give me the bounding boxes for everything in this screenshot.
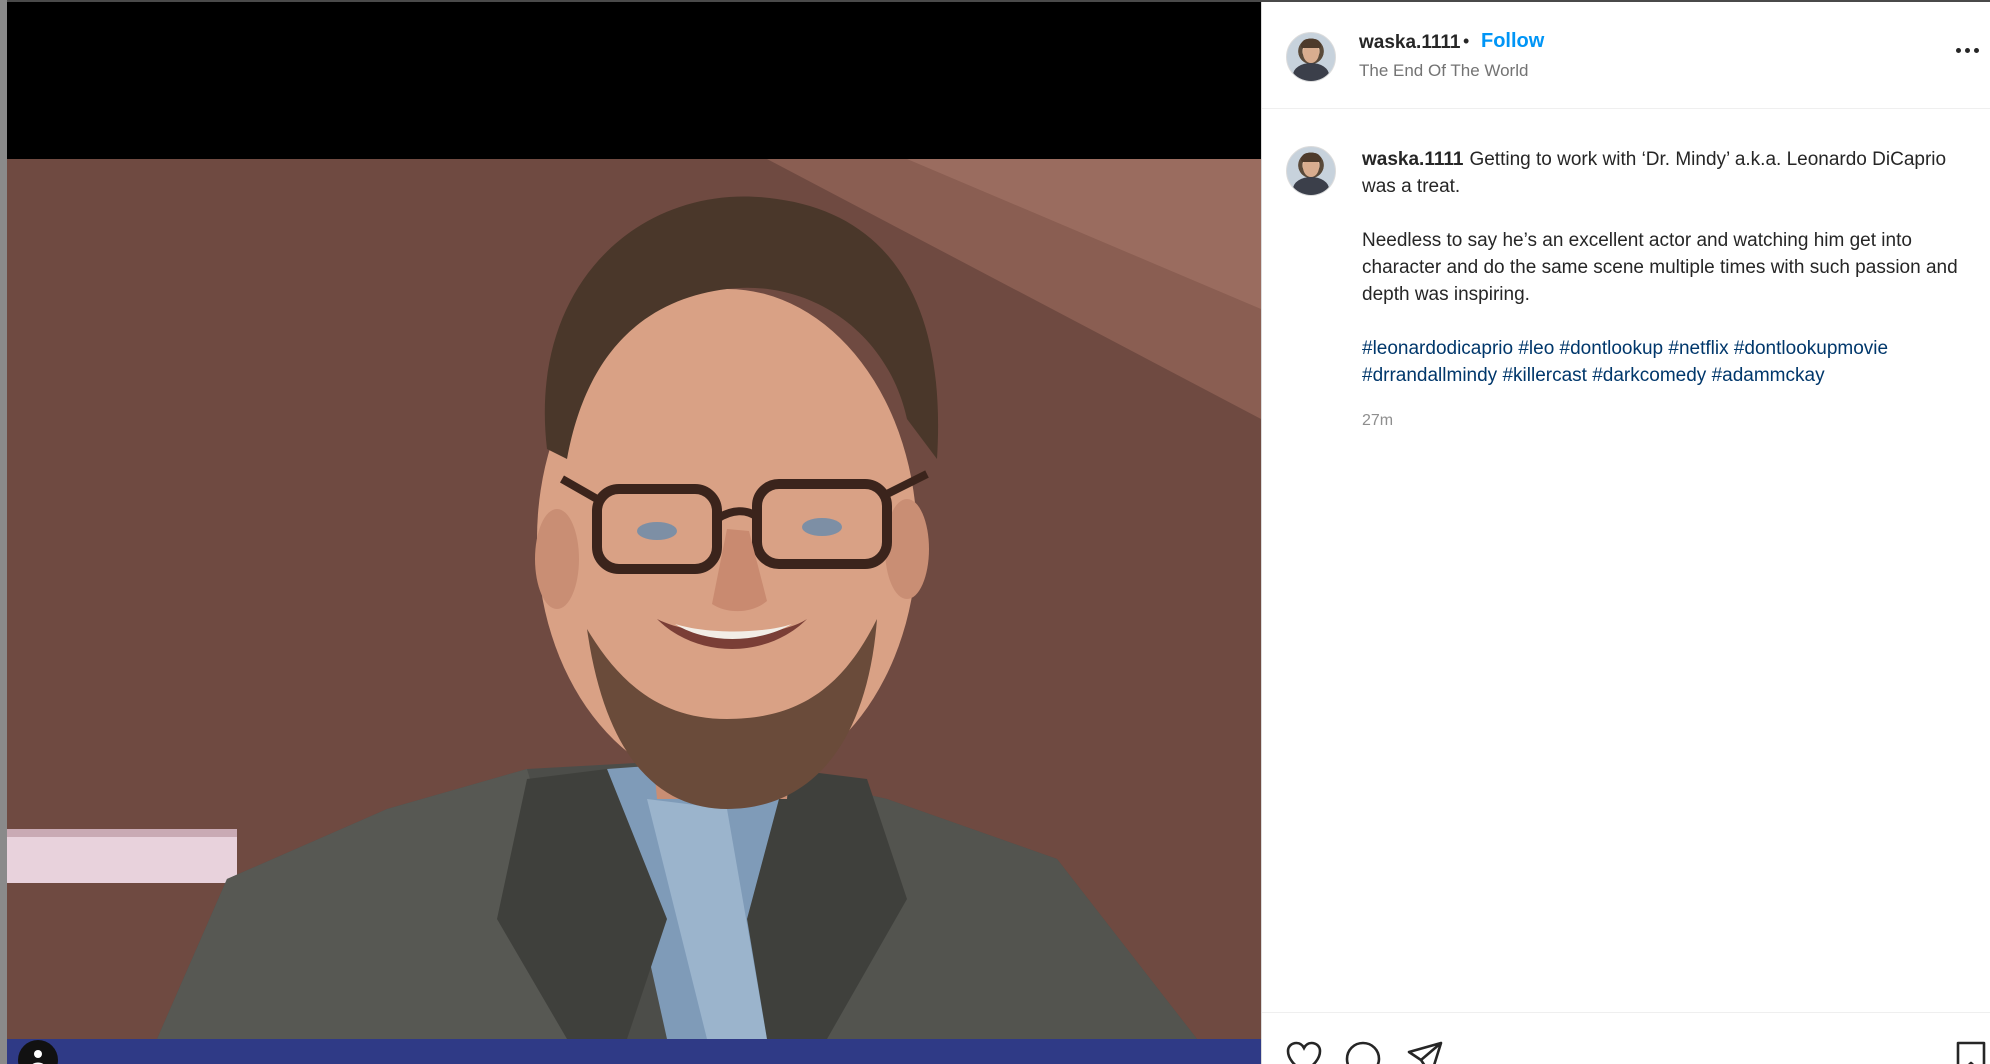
hashtag-link[interactable]: #adammckay	[1712, 365, 1825, 386]
photo-illustration	[7, 159, 1261, 1039]
post-timestamp[interactable]: 27m	[1362, 412, 1393, 430]
caption-hashtags: #leonardodicaprio #leo #dontlookup #netf…	[1362, 335, 1982, 389]
media-letterbox	[7, 2, 1261, 159]
author-username[interactable]: waska.1111	[1359, 32, 1460, 54]
heart-icon[interactable]	[1286, 1041, 1322, 1064]
header-separator: •	[1463, 31, 1470, 51]
post-actions-bar	[1262, 1012, 1990, 1064]
post-location[interactable]: The End Of The World	[1359, 61, 1528, 81]
caption-text: waska.1111 Getting to work with ‘Dr. Mind…	[1362, 146, 1982, 389]
hashtag-link[interactable]: #dontlookupmovie	[1734, 338, 1888, 359]
bookmark-icon[interactable]	[1956, 1041, 1986, 1064]
paper-plane-icon[interactable]	[1407, 1041, 1443, 1064]
post-side-panel: waska.1111 • Follow The End Of The World…	[1261, 2, 1990, 1064]
hashtag-link[interactable]: #dontlookup	[1560, 338, 1664, 359]
user-icon	[32, 1050, 44, 1064]
hashtag-link[interactable]: #leonardodicaprio	[1362, 338, 1513, 359]
caption-avatar[interactable]	[1286, 146, 1336, 196]
post-header: waska.1111 • Follow The End Of The World	[1262, 2, 1990, 109]
hashtag-link[interactable]: #leo	[1518, 338, 1554, 359]
hashtag-link[interactable]: #killercast	[1502, 365, 1586, 386]
follow-button[interactable]: Follow	[1481, 30, 1544, 53]
author-avatar[interactable]	[1286, 32, 1336, 82]
post-media[interactable]	[7, 2, 1261, 1064]
media-bottom-band	[7, 1039, 1261, 1064]
post-photo[interactable]	[7, 159, 1261, 1039]
caption-username[interactable]: waska.1111	[1362, 149, 1463, 170]
window-left-edge	[0, 0, 7, 1064]
instagram-post-viewer: waska.1111 • Follow The End Of The World…	[0, 0, 1990, 1064]
more-options-icon[interactable]	[1954, 40, 1984, 60]
caption-line2: Needless to say he’s an excellent actor …	[1362, 230, 1958, 305]
hashtag-link[interactable]: #drrandallmindy	[1362, 365, 1497, 386]
comment-icon[interactable]	[1345, 1041, 1381, 1064]
hashtag-link[interactable]: #netflix	[1668, 338, 1728, 359]
hashtag-link[interactable]: #darkcomedy	[1592, 365, 1706, 386]
